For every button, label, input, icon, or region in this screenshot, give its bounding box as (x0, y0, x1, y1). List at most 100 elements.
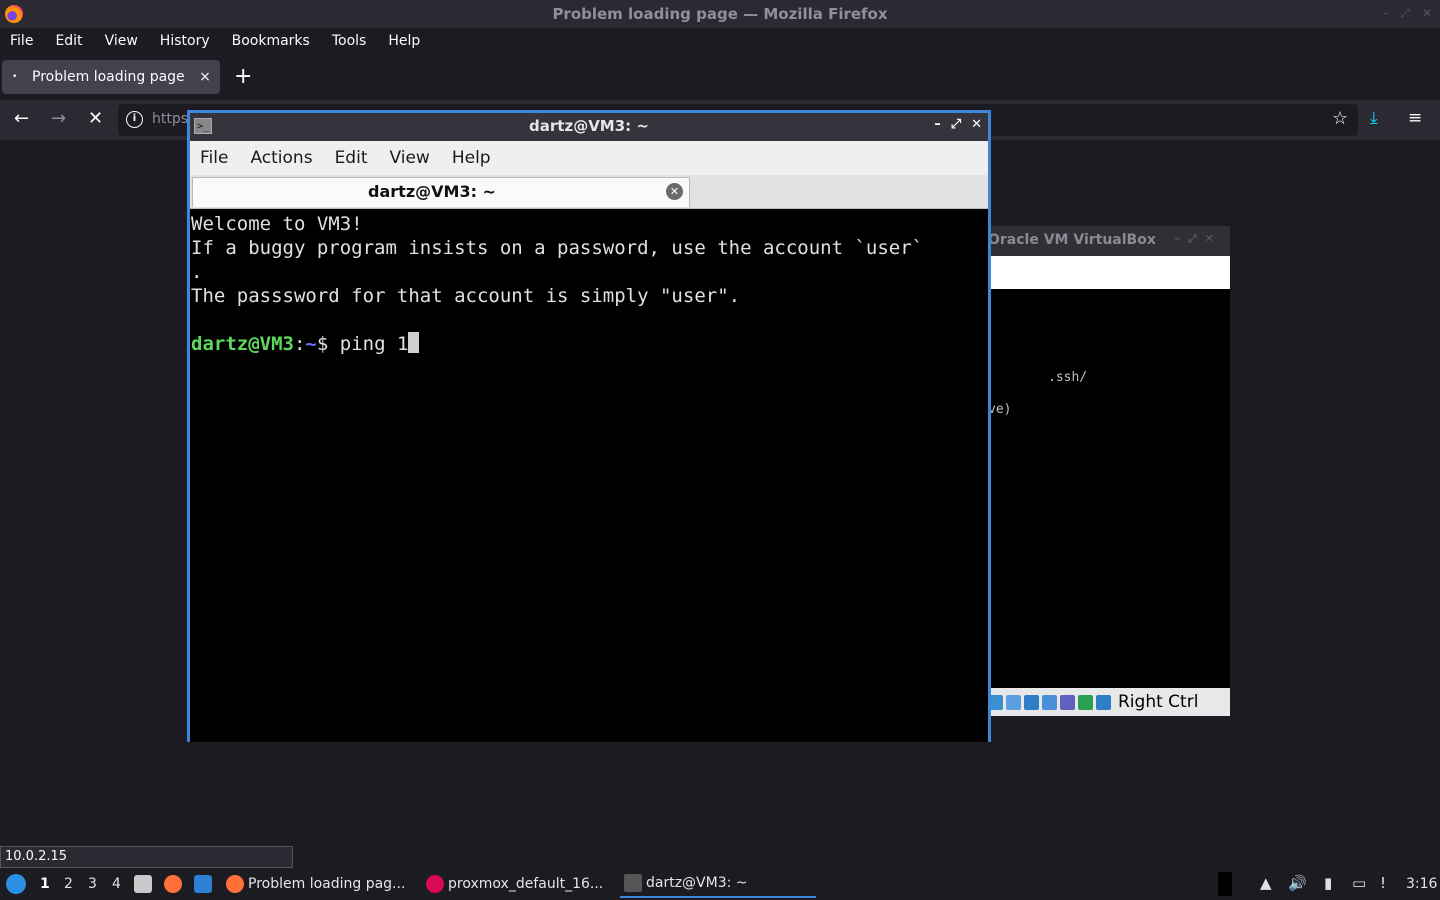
prompt-symbol: $ (316, 333, 329, 355)
terminal-menu-file[interactable]: File (200, 148, 228, 168)
star-icon[interactable]: ☆ (1332, 108, 1348, 129)
terminal-line: . (191, 261, 203, 283)
virtualbox-title: Oracle VM VirtualBox (988, 232, 1156, 248)
firefox-window-controls: – ⤢ ✕ (1382, 6, 1432, 21)
tab-problem-loading[interactable]: • Problem loading page × (2, 60, 220, 94)
clipboard-icon[interactable]: ▮ (1324, 874, 1332, 892)
network-icon[interactable] (1042, 694, 1057, 710)
task-label: proxmox_default_16... (448, 876, 604, 892)
terminal-line: If a buggy program insists on a password… (191, 237, 924, 259)
shared-folder-icon[interactable] (1078, 694, 1093, 710)
prompt-path: ~ (305, 333, 317, 355)
text-cursor (408, 332, 420, 353)
terminal-titlebar[interactable]: >_ dartz@VM3: ~ – ⤢ ✕ (190, 113, 988, 141)
tray-up-icon[interactable]: ▲ (1260, 874, 1272, 892)
terminal-window[interactable]: >_ dartz@VM3: ~ – ⤢ ✕ File Actions Edit … (187, 110, 991, 742)
firefox-menubar: File Edit View History Bookmarks Tools H… (0, 28, 1440, 54)
forward-icon[interactable]: → (51, 108, 66, 129)
prompt-command: ping 1 (328, 333, 409, 355)
virtualbox-screen[interactable]: .ssh/ ve) (984, 289, 1230, 688)
prompt-user-host: dartz@VM3 (191, 333, 294, 355)
notification-icon[interactable]: ! (1380, 874, 1386, 892)
task-label: Problem loading pag... (248, 876, 406, 892)
host-key-label: Right Ctrl (1118, 692, 1199, 712)
terminal-output[interactable]: Welcome to VM3! If a buggy program insist… (190, 210, 988, 742)
debian-icon (426, 875, 444, 893)
close-icon[interactable]: ✕ (1422, 6, 1432, 21)
volume-icon[interactable]: 🔊 (1288, 874, 1307, 892)
vm-screen-line: ve) (988, 402, 1012, 417)
task-label: dartz@VM3: ~ (646, 875, 748, 891)
tab-close-icon[interactable]: × (196, 69, 214, 85)
task-terminal[interactable]: dartz@VM3: ~ (620, 870, 816, 898)
virtualbox-menubar (984, 256, 1230, 289)
close-icon[interactable]: ✕ (971, 117, 982, 132)
virtualbox-window-controls[interactable]: –⤢✕ (1174, 232, 1222, 246)
menu-file[interactable]: File (10, 33, 33, 49)
virtualbox-statusbar: Right Ctrl (984, 688, 1230, 716)
info-icon[interactable]: i (126, 111, 143, 128)
menu-edit[interactable]: Edit (55, 33, 82, 49)
prompt-separator: : (293, 333, 306, 355)
task-proxmox[interactable]: proxmox_default_16... (422, 870, 618, 898)
maximize-icon[interactable]: ⤢ (1400, 6, 1410, 21)
network-tray-icon[interactable]: ▭ (1352, 874, 1366, 892)
firefox-launcher-icon[interactable] (164, 875, 182, 893)
minimize-icon[interactable]: – (1382, 6, 1388, 21)
menu-bookmarks[interactable]: Bookmarks (232, 33, 310, 49)
start-menu-icon[interactable] (6, 874, 26, 894)
terminal-tab-close-icon[interactable]: ✕ (666, 183, 683, 200)
optical-icon[interactable] (1006, 694, 1021, 710)
terminal-window-controls: – ⤢ ✕ (934, 117, 982, 132)
virtualbox-titlebar[interactable]: Oracle VM VirtualBox –⤢✕ (984, 226, 1230, 256)
vm-screen-line: .ssh/ (1048, 370, 1088, 385)
terminal-tabbar: dartz@VM3: ~ ✕ (190, 175, 988, 209)
workspace-1[interactable]: 1 (40, 876, 50, 892)
workspace-4[interactable]: 4 (112, 876, 121, 892)
terminal-menu-view[interactable]: View (389, 148, 429, 168)
firefox-logo-icon (5, 5, 23, 23)
maximize-icon[interactable]: ⤢ (951, 117, 961, 132)
loading-dot-icon: • (12, 72, 18, 82)
terminal-window-title: dartz@VM3: ~ (529, 117, 649, 135)
menu-help[interactable]: Help (388, 33, 420, 49)
terminal-line: Welcome to VM3! (191, 213, 363, 235)
terminal-menu-actions[interactable]: Actions (250, 148, 312, 168)
terminal-menubar: File Actions Edit View Help (190, 141, 988, 175)
workspace-2[interactable]: 2 (64, 876, 73, 892)
virtualbox-window[interactable]: Oracle VM VirtualBox –⤢✕ .ssh/ ve) Right… (984, 226, 1230, 716)
audio-icon[interactable] (1024, 694, 1039, 710)
minimize-icon[interactable]: – (934, 117, 941, 132)
firefox-window-title: Problem loading page — Mozilla Firefox (552, 5, 888, 23)
task-firefox[interactable]: Problem loading pag... (222, 870, 412, 898)
url-text: https (152, 111, 189, 127)
new-tab-button[interactable]: + (234, 66, 252, 88)
terminal-line: The passsword for that account is simply… (191, 285, 741, 307)
taskbar: 1 2 3 4 Problem loading pag... proxmox_d… (0, 868, 1440, 900)
workspace-3[interactable]: 3 (88, 876, 97, 892)
back-icon[interactable]: ← (14, 108, 29, 129)
menu-tools[interactable]: Tools (332, 33, 367, 49)
menu-view[interactable]: View (105, 33, 138, 49)
terminal-menu-help[interactable]: Help (452, 148, 491, 168)
firefox-titlebar: Problem loading page — Mozilla Firefox –… (0, 0, 1440, 28)
terminal-prompt-line[interactable]: dartz@VM3:~$ ping 1 (191, 332, 988, 356)
firefox-icon (226, 875, 244, 893)
clock: 3:16 (1406, 876, 1438, 892)
hamburger-menu-icon[interactable]: ≡ (1408, 108, 1422, 128)
firefox-tabbar: • Problem loading page × + (0, 56, 1440, 98)
terminal-tab-label: dartz@VM3: ~ (368, 182, 496, 201)
menu-history[interactable]: History (160, 33, 210, 49)
terminal-icon (624, 874, 642, 892)
firefox-status-text: 10.0.2.15 (0, 846, 293, 868)
tray-spacer (1218, 872, 1232, 896)
desktop-icon[interactable] (194, 875, 212, 893)
stop-icon[interactable]: ✕ (88, 108, 103, 129)
file-manager-icon[interactable] (134, 875, 152, 893)
terminal-menu-edit[interactable]: Edit (335, 148, 368, 168)
capture-icon[interactable] (1096, 694, 1111, 710)
terminal-tab[interactable]: dartz@VM3: ~ ✕ (192, 177, 690, 207)
download-icon[interactable]: ⤓ (1370, 108, 1378, 128)
usb-icon[interactable] (1060, 694, 1075, 710)
